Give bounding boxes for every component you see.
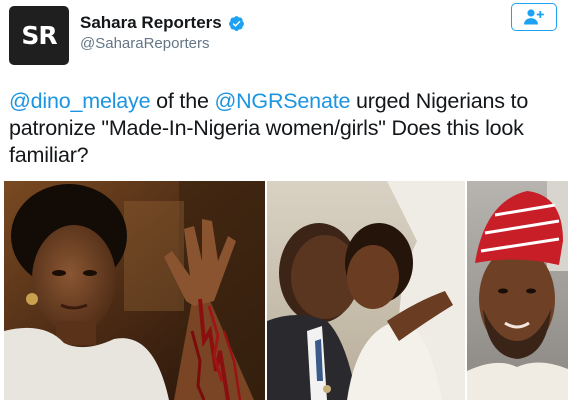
media-grid xyxy=(0,181,568,400)
display-name-text: Sahara Reporters xyxy=(80,13,222,32)
screen-name[interactable]: @SaharaReporters xyxy=(80,35,209,53)
tweet-text-segment: of the xyxy=(150,89,215,113)
add-user-icon xyxy=(524,9,544,25)
tweet-text: @dino_melaye of the @NGRSenate urged Nig… xyxy=(9,88,561,169)
verified-badge-icon xyxy=(228,15,244,31)
photo-man-red-cap[interactable] xyxy=(467,181,568,400)
photo-wedding-kiss[interactable] xyxy=(267,181,465,400)
mention-link-dino-melaye[interactable]: @dino_melaye xyxy=(9,89,151,113)
mention-link-ngrsenate[interactable]: @NGRSenate xyxy=(214,89,350,113)
tweet-header: SR Sahara Reporters @SaharaReporters xyxy=(0,0,568,70)
display-name[interactable]: Sahara Reporters xyxy=(80,13,245,33)
photo-injured-woman[interactable] xyxy=(4,181,265,400)
avatar-logo-text: SR xyxy=(21,21,57,50)
follow-button[interactable] xyxy=(511,3,557,31)
avatar[interactable]: SR xyxy=(9,6,69,65)
